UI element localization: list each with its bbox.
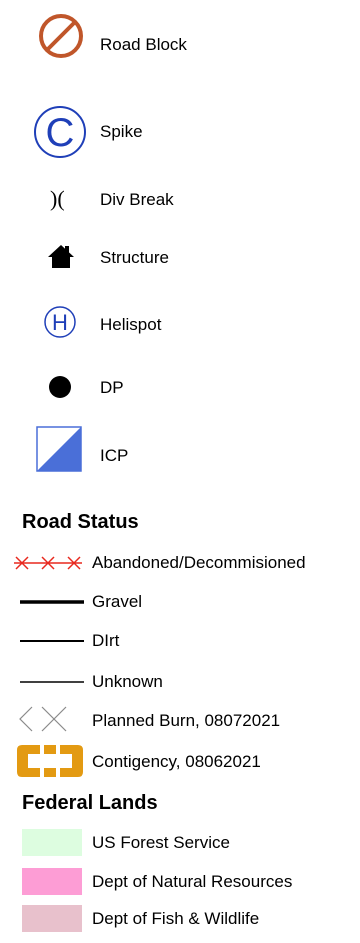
legend-label-road-block: Road Block bbox=[100, 35, 187, 54]
unknown-road-icon bbox=[20, 681, 84, 683]
legend-item-fish-wildlife: Dept of Fish & Wildlife bbox=[0, 903, 360, 943]
icp-icon bbox=[36, 426, 82, 472]
fish-wildlife-swatch bbox=[22, 905, 82, 932]
legend-item-natural-resources: Dept of Natural Resources bbox=[0, 866, 360, 906]
legend-label-planned-burn: Planned Burn, 08072021 bbox=[92, 711, 281, 730]
dp-icon bbox=[49, 376, 71, 398]
div-break-icon: )( bbox=[50, 186, 65, 211]
legend-label-helispot: Helispot bbox=[100, 315, 162, 334]
gravel-road-icon bbox=[20, 600, 84, 604]
legend-item-icp: ICP bbox=[0, 426, 360, 476]
structure-icon bbox=[48, 245, 74, 268]
dirt-road-icon bbox=[20, 640, 84, 642]
road-status-heading: Road Status bbox=[22, 511, 139, 533]
road-block-icon bbox=[39, 14, 83, 58]
legend-label-us-forest-service: US Forest Service bbox=[92, 833, 230, 852]
legend-label-spike: Spike bbox=[100, 122, 143, 141]
legend-item-dp: DP bbox=[0, 370, 360, 410]
legend-item-spike: C Spike bbox=[0, 106, 360, 158]
contingency-icon bbox=[17, 745, 83, 777]
map-legend: Road Block C Spike )( Div Break Structur… bbox=[0, 0, 360, 936]
legend-label-icp: ICP bbox=[100, 446, 129, 465]
legend-item-helispot: H Helispot bbox=[0, 305, 360, 345]
legend-label-div-break: Div Break bbox=[100, 190, 174, 209]
natural-resources-swatch bbox=[22, 868, 82, 895]
legend-item-dirt: DIrt bbox=[0, 630, 360, 670]
legend-label-dp: DP bbox=[100, 378, 124, 397]
legend-item-road-block: Road Block bbox=[0, 14, 360, 64]
legend-item-div-break: )( Div Break bbox=[0, 180, 360, 220]
us-forest-service-swatch bbox=[22, 829, 82, 856]
legend-item-contingency: Contigency, 08062021 bbox=[0, 745, 360, 788]
spike-icon: C bbox=[34, 106, 86, 158]
legend-label-unknown: Unknown bbox=[92, 672, 163, 691]
federal-lands-heading: Federal Lands bbox=[22, 792, 158, 814]
svg-text:C: C bbox=[46, 111, 75, 155]
legend-item-structure: Structure bbox=[0, 238, 360, 278]
planned-burn-icon bbox=[19, 706, 67, 732]
legend-label-abandoned: Abandoned/Decommisioned bbox=[92, 553, 306, 572]
legend-item-us-forest-service: US Forest Service bbox=[0, 827, 360, 867]
legend-item-gravel: Gravel bbox=[0, 591, 360, 631]
svg-text:H: H bbox=[52, 310, 68, 335]
legend-label-fish-wildlife: Dept of Fish & Wildlife bbox=[92, 909, 260, 928]
legend-label-contingency: Contigency, 08062021 bbox=[92, 752, 261, 771]
legend-label-natural-resources: Dept of Natural Resources bbox=[92, 872, 293, 891]
legend-item-abandoned: Abandoned/Decommisioned bbox=[0, 552, 360, 592]
abandoned-road-icon bbox=[14, 556, 82, 570]
legend-label-gravel: Gravel bbox=[92, 592, 143, 611]
helispot-icon: H bbox=[44, 306, 76, 338]
legend-label-structure: Structure bbox=[100, 248, 169, 267]
legend-label-dirt: DIrt bbox=[92, 631, 120, 650]
